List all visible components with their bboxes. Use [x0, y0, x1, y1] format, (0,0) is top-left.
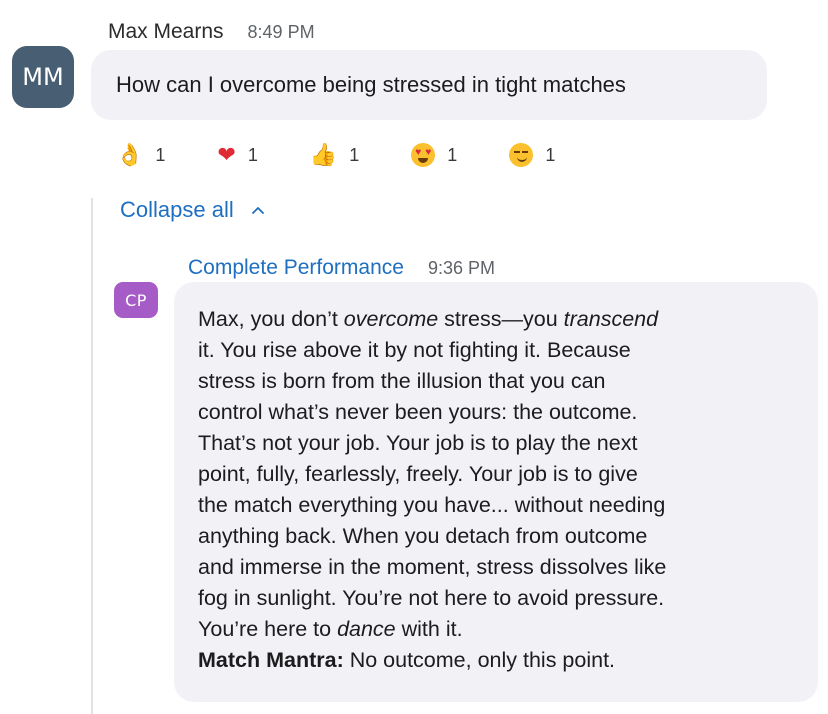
- sender-name[interactable]: Max Mearns: [108, 20, 224, 44]
- message-bubble[interactable]: How can I overcome being stressed in tig…: [91, 50, 767, 120]
- collapse-all-label: Collapse all: [120, 197, 234, 222]
- reply-line: You’re here to dance with it.: [198, 617, 463, 641]
- reaction-count: 1: [447, 144, 458, 165]
- timestamp: 9:36 PM: [427, 258, 495, 278]
- message-header: Max Mearns 8:49 PM: [108, 20, 315, 44]
- reply-line: point, fully, fearlessly, freely. Your j…: [198, 462, 638, 486]
- reply-line: fog in sunlight. You’re not here to avoi…: [198, 586, 665, 610]
- avatar-initials: MM: [22, 63, 64, 91]
- chevron-up-icon: [251, 207, 264, 214]
- reaction-thumbs-up[interactable]: 👍 1: [310, 140, 359, 170]
- reply-bubble[interactable]: Max, you don’t overcome stress—you trans…: [174, 282, 818, 702]
- ok-hand-icon: 👌: [116, 142, 144, 167]
- reply-line: anything back. When you detach from outc…: [198, 524, 648, 548]
- reaction-count: 1: [155, 144, 166, 165]
- mantra-text: No outcome, only this point.: [343, 648, 616, 672]
- avatar-initials: CP: [125, 290, 147, 310]
- avatar[interactable]: CP: [114, 282, 158, 318]
- reply-line: and immerse in the moment, stress dissol…: [198, 555, 667, 579]
- reply-text: Max, you don’t overcome stress—you trans…: [198, 304, 800, 676]
- reply-line: That’s not your job. Your job is to play…: [198, 431, 638, 455]
- reply-line: control what’s never been yours: the out…: [198, 400, 638, 424]
- reply-header: Complete Performance 9:36 PM: [188, 256, 495, 280]
- chat-thread: MM Max Mearns 8:49 PM How can I overcome…: [0, 0, 828, 714]
- smirk-icon: [509, 143, 534, 167]
- avatar[interactable]: MM: [12, 46, 74, 108]
- mantra-label: Match Mantra:: [198, 648, 344, 672]
- thread-line: [91, 198, 93, 714]
- reply-line: it. You rise above it by not fighting it…: [198, 338, 631, 362]
- red-heart-icon: ❤: [217, 142, 236, 167]
- reaction-red-heart[interactable]: ❤ 1: [217, 140, 257, 170]
- reaction-count: 1: [545, 144, 556, 165]
- thumbs-up-icon: 👍: [309, 142, 338, 167]
- reaction-count: 1: [349, 144, 360, 165]
- heart-eyes-icon: ♥ ♥: [411, 143, 436, 167]
- reply-line: Max, you don’t overcome stress—you trans…: [198, 307, 659, 331]
- reaction-heart-eyes[interactable]: ♥ ♥ 1: [411, 140, 457, 170]
- reaction-ok-hand[interactable]: 👌 1: [116, 140, 165, 170]
- collapse-all-button[interactable]: Collapse all: [120, 197, 266, 223]
- reply-line: stress is born from the illusion that yo…: [198, 369, 606, 393]
- message-text: How can I overcome being stressed in tig…: [116, 72, 626, 97]
- reaction-smirk[interactable]: 1: [509, 140, 555, 170]
- reply-line: the match everything you have... without…: [198, 493, 666, 517]
- sender-name[interactable]: Complete Performance: [188, 256, 404, 280]
- reactions-bar: 👌 1 ❤ 1 👍 1 ♥ ♥ 1 1: [116, 140, 607, 170]
- timestamp: 8:49 PM: [247, 22, 315, 42]
- reaction-count: 1: [247, 144, 258, 165]
- match-mantra: Match Mantra: No outcome, only this poin…: [198, 645, 800, 676]
